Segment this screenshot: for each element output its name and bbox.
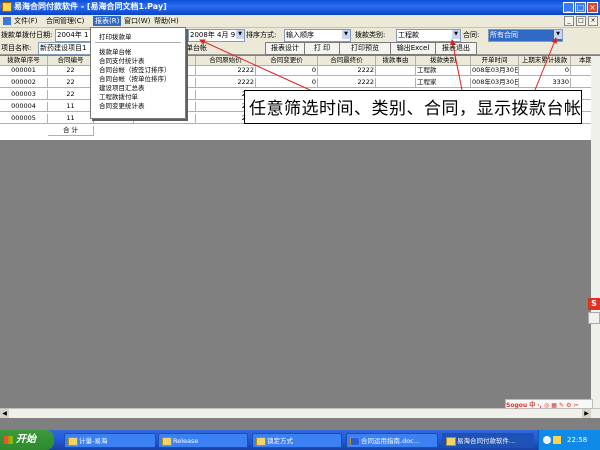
- windows-logo-icon: [4, 436, 13, 444]
- arrow-to-contract: [534, 37, 557, 91]
- sogou-sidebar-icon[interactable]: [588, 312, 600, 324]
- taskbar-item-jiliang[interactable]: 计量-易海: [64, 433, 156, 448]
- arrow-to-category: [450, 39, 463, 91]
- vertical-scrollbar[interactable]: [591, 56, 600, 408]
- taskbar-item-word-doc[interactable]: 合同运用指南.doc...: [346, 433, 438, 448]
- horizontal-scrollbar[interactable]: ◀ ▶: [0, 408, 600, 418]
- ime-label: Sogou 中 ·, ◎ ▦ ✎ ⚙ ✂: [506, 402, 579, 409]
- taskbar-item-label: 合同运用指南.doc...: [361, 437, 420, 445]
- system-tray: 22:58: [538, 430, 600, 450]
- start-label: 开始: [16, 434, 36, 445]
- callout-text: 任意筛选时间、类别、合同，显示拨款台帐: [249, 99, 582, 119]
- word-icon: [350, 437, 360, 446]
- volume-icon[interactable]: [553, 436, 561, 444]
- folder-icon: [162, 437, 172, 446]
- scroll-left-icon[interactable]: ◀: [0, 409, 9, 418]
- taskbar-item-label: 计量-易海: [79, 437, 108, 445]
- taskbar-item-lock[interactable]: 锁定方式: [252, 433, 342, 448]
- taskbar-item-label: Release: [173, 437, 199, 445]
- sogou-icon[interactable]: S: [588, 298, 600, 310]
- folder-icon: [68, 437, 78, 446]
- annotation-callout: 任意筛选时间、类别、合同，显示拨款台帐: [244, 90, 582, 124]
- arrow-to-date: [199, 39, 311, 91]
- app-icon: [446, 437, 456, 446]
- taskbar-item-label: 锁定方式: [267, 437, 293, 445]
- taskbar-item-yihai[interactable]: 易海合同付款软件...: [442, 433, 534, 448]
- clock: 22:58: [567, 436, 588, 444]
- network-icon[interactable]: [543, 436, 551, 444]
- ime-toolbar[interactable]: Sogou 中 ·, ◎ ▦ ✎ ⚙ ✂: [505, 399, 593, 409]
- start-button[interactable]: 开始: [0, 430, 54, 450]
- taskbar-item-release[interactable]: Release: [158, 433, 248, 448]
- folder-icon: [256, 437, 266, 446]
- scroll-right-icon[interactable]: ▶: [582, 409, 591, 418]
- taskbar-item-label: 易海合同付款软件...: [457, 437, 516, 445]
